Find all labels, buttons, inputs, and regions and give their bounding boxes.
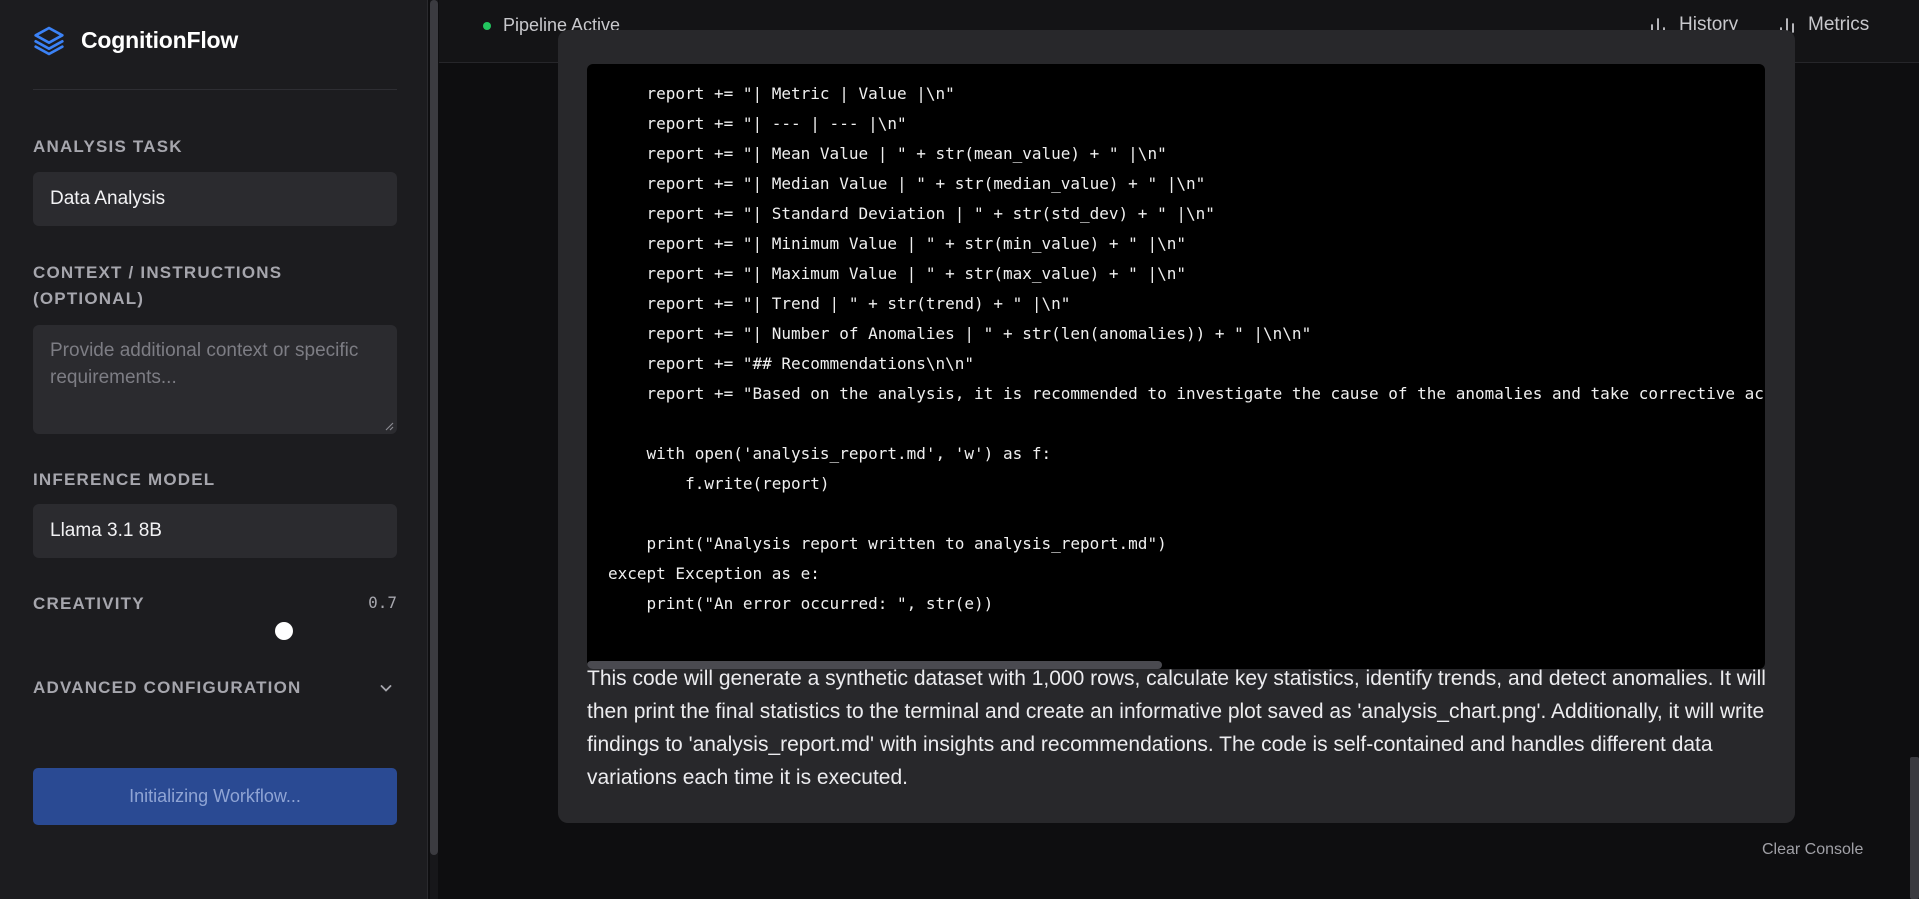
context-placeholder: Provide additional context or specific r… — [50, 340, 359, 388]
code-content: report += "| Metric | Value |\n" report … — [608, 79, 1765, 619]
code-line: report += "| Maximum Value | " + str(max… — [608, 264, 1186, 283]
context-label: CONTEXT / INSTRUCTIONS (OPTIONAL) — [33, 263, 283, 308]
code-line: except Exception as e: — [608, 564, 820, 583]
creativity-value: 0.7 — [368, 593, 397, 612]
creativity-slider-thumb[interactable] — [275, 622, 293, 640]
clear-console-button[interactable]: Clear Console — [1762, 841, 1863, 859]
code-line: report += "| Minimum Value | " + str(min… — [608, 234, 1186, 253]
creativity-label: CREATIVITY — [33, 594, 145, 613]
code-line: report += "## Recommendations\n\n" — [608, 354, 975, 373]
response-card: report += "| Metric | Value |\n" report … — [558, 30, 1795, 823]
code-block: report += "| Metric | Value |\n" report … — [587, 64, 1765, 669]
main-scrollbar-thumb[interactable] — [1910, 757, 1919, 899]
sidebar-scrollbar-thumb[interactable] — [430, 0, 438, 855]
layers-logo-icon — [34, 26, 64, 56]
code-line: report += "| Trend | " + str(trend) + " … — [608, 294, 1071, 313]
metrics-label: Metrics — [1808, 14, 1870, 35]
sidebar: CognitionFlow ANALYSIS TASK Data Analysi… — [0, 0, 428, 899]
code-line: report += "| Metric | Value |\n" — [608, 84, 955, 103]
code-line: print("An error occurred: ", str(e)) — [608, 594, 994, 613]
analysis-task-label: ANALYSIS TASK — [33, 137, 183, 156]
code-line: report += "| Number of Anomalies | " + s… — [608, 324, 1312, 343]
code-line: report += "| Standard Deviation | " + st… — [608, 204, 1215, 223]
code-line: f.write(report) — [608, 474, 830, 493]
initialize-workflow-button[interactable]: Initializing Workflow... — [33, 768, 397, 825]
code-line: with open('analysis_report.md', 'w') as … — [608, 444, 1052, 463]
response-explanation: This code will generate a synthetic data… — [587, 667, 1766, 789]
brand-name: CognitionFlow — [81, 26, 239, 53]
brand[interactable]: CognitionFlow — [33, 22, 238, 58]
analysis-task-select[interactable]: Data Analysis — [33, 172, 397, 226]
inference-model-label: INFERENCE MODEL — [33, 470, 216, 489]
code-line: print("Analysis report written to analys… — [608, 534, 1167, 553]
status-dot-icon — [483, 21, 491, 30]
chevron-down-icon[interactable] — [378, 680, 394, 696]
divider — [33, 89, 397, 90]
resize-handle-icon[interactable] — [384, 421, 394, 431]
context-textarea[interactable]: Provide additional context or specific r… — [33, 325, 397, 434]
code-line: report += "| Median Value | " + str(medi… — [608, 174, 1206, 193]
code-line: report += "| --- | --- |\n" — [608, 114, 907, 133]
inference-model-select[interactable]: Llama 3.1 8B — [33, 504, 397, 558]
advanced-config-toggle[interactable]: ADVANCED CONFIGURATION — [33, 675, 301, 701]
code-line: report += "Based on the analysis, it is … — [608, 384, 1765, 403]
code-line: report += "| Mean Value | " + str(mean_v… — [608, 144, 1167, 163]
